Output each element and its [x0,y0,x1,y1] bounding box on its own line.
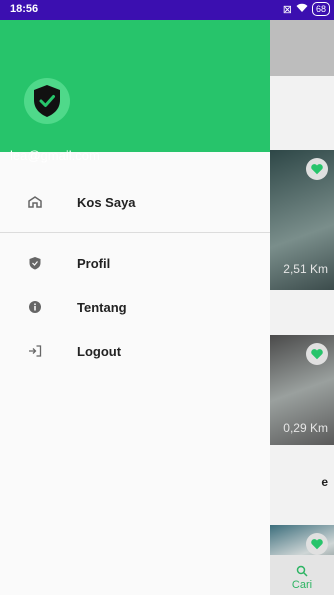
menu-item-logout[interactable]: Logout [0,329,270,373]
menu-item-tentang[interactable]: Tentang [0,285,270,329]
wifi-icon [296,3,308,16]
user-email: lea@gmail.com [10,148,100,163]
menu-item-label: Tentang [77,299,127,315]
status-time: 18:56 [10,3,39,15]
distance-label: 0,29 Km [283,421,328,435]
listing-card[interactable]: 2,51 Km [270,150,334,290]
home-icon [28,196,42,208]
listing-title: e [321,475,328,489]
menu-item-label: Profil [77,255,111,271]
menu-item-profil[interactable]: Profil [0,241,270,285]
shield-icon [29,257,41,270]
menu-item-label: Kos Saya [77,194,136,210]
drawer-header: lea@gmail.com [0,20,270,163]
menu-divider [0,232,270,233]
favorite-heart-icon[interactable] [306,343,328,365]
status-bar: 18:56 ⊠ 68 [0,0,334,20]
menu-item-kos-saya[interactable]: Kos Saya [0,180,270,224]
favorite-heart-icon[interactable] [306,158,328,180]
navigation-drawer: lea@gmail.com Kos Saya Profil Tentang Lo… [0,20,270,595]
shield-check-icon [34,85,60,117]
drawer-menu: Kos Saya Profil Tentang Logout [0,180,270,373]
nav-cari[interactable]: Cari [270,565,334,591]
distance-label: 2,51 Km [283,262,328,276]
favorite-heart-icon[interactable] [306,533,328,555]
avatar [24,78,70,124]
listing-card[interactable]: 0,29 Km [270,335,334,445]
bottom-navigation: Cari [270,555,334,595]
sim-icon: ⊠ [282,3,292,16]
search-icon [296,565,308,577]
battery-icon: 68 [311,2,330,16]
menu-item-label: Logout [77,343,122,359]
nav-cari-label: Cari [291,579,313,591]
logout-icon [29,345,42,357]
info-icon [29,301,41,313]
